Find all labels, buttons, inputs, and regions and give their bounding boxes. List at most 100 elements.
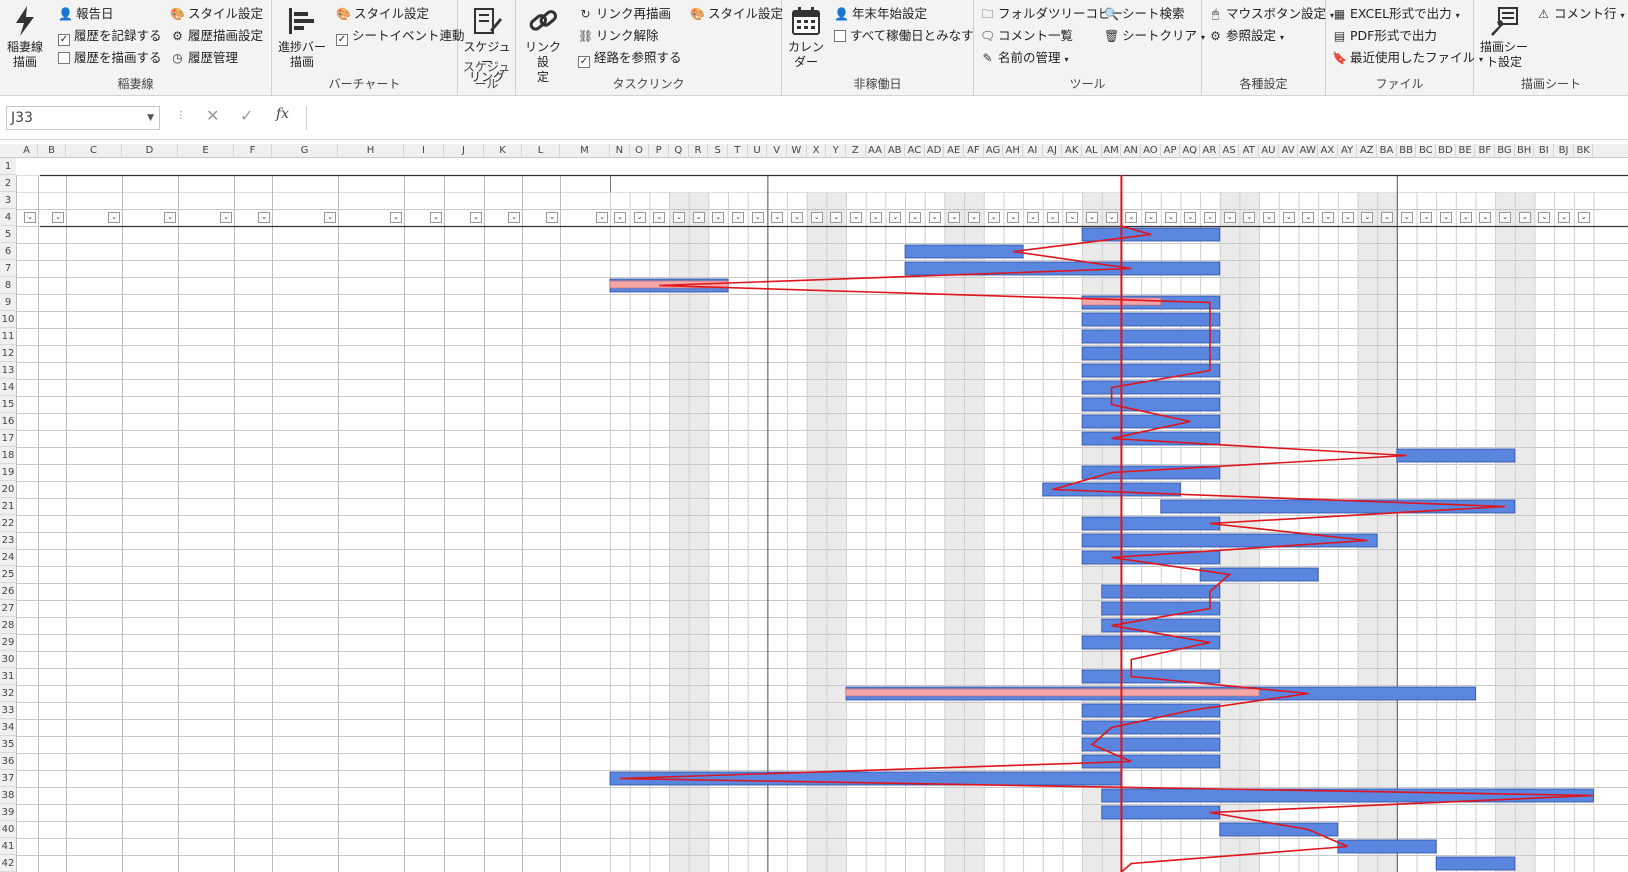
task-rate-cell[interactable] (560, 311, 607, 328)
column-header[interactable]: AJ (1043, 144, 1063, 158)
task-rate-cell[interactable] (560, 685, 607, 702)
task-end-cell[interactable] (338, 583, 404, 600)
day-label[interactable] (610, 192, 630, 209)
task-start-cell[interactable] (272, 583, 338, 600)
day-label[interactable] (630, 192, 650, 209)
task-major-cell[interactable] (68, 600, 124, 617)
task-actual-cell[interactable] (522, 515, 557, 532)
column-header[interactable]: AB (885, 144, 906, 158)
task-owner-cell[interactable] (234, 362, 272, 379)
sheet-event-link-checkbox[interactable]: ✓ シートイベント連動 (336, 26, 465, 46)
task-actual-cell[interactable] (522, 447, 557, 464)
column-header[interactable]: BD (1436, 144, 1456, 158)
task-plan-cell[interactable] (484, 396, 519, 413)
task-owner-cell[interactable] (234, 702, 272, 719)
task-end-cell[interactable] (338, 702, 404, 719)
task-major-cell[interactable] (68, 651, 124, 668)
task-act-start-cell[interactable] (404, 770, 444, 787)
day-label[interactable] (1180, 192, 1200, 209)
filter-dropdown-button[interactable]: ⌄ (810, 212, 823, 223)
task-start-cell[interactable] (272, 447, 338, 464)
task-end-cell[interactable] (338, 362, 404, 379)
task-actual-cell[interactable] (522, 226, 557, 243)
task-act-start-cell[interactable] (404, 855, 444, 872)
task-plan-cell[interactable] (484, 821, 519, 838)
task-no-cell[interactable] (38, 413, 64, 430)
link-release-button[interactable]: ⛓ リンク解除 (578, 26, 659, 46)
task-act-start-cell[interactable] (404, 651, 444, 668)
filter-dropdown-button[interactable]: ⌄ (1184, 212, 1197, 223)
task-act-end-cell[interactable] (444, 600, 484, 617)
filter-dropdown-button[interactable]: ⌄ (1322, 212, 1335, 223)
task-start-cell[interactable] (272, 770, 338, 787)
task-owner-cell[interactable] (234, 294, 272, 311)
task-owner-cell[interactable] (234, 634, 272, 651)
task-plan-cell[interactable] (484, 328, 519, 345)
task-act-end-cell[interactable] (444, 617, 484, 634)
column-header[interactable]: AH (1003, 144, 1024, 158)
pdf-output-button[interactable]: ▤ PDF形式で出力 (1332, 26, 1437, 46)
header-middle[interactable] (122, 196, 178, 213)
day-label[interactable] (1397, 192, 1417, 209)
task-owner-cell[interactable] (234, 260, 272, 277)
task-no-cell[interactable] (38, 532, 64, 549)
task-plan-cell[interactable] (484, 736, 519, 753)
task-owner-cell[interactable] (234, 566, 272, 583)
task-actual-cell[interactable] (522, 855, 557, 872)
task-major-cell[interactable] (68, 226, 124, 243)
task-minor-cell[interactable] (180, 430, 236, 447)
style-settings2-button[interactable]: 🎨 スタイル設定 (336, 4, 429, 24)
task-act-start-cell[interactable] (404, 328, 444, 345)
task-end-cell[interactable] (338, 481, 404, 498)
task-minor-cell[interactable] (180, 498, 236, 515)
task-start-cell[interactable] (272, 685, 338, 702)
task-owner-cell[interactable] (234, 464, 272, 481)
task-end-cell[interactable] (338, 243, 404, 260)
filter-dropdown-button[interactable]: ⌄ (390, 212, 402, 223)
task-plan-cell[interactable] (484, 226, 519, 243)
filter-dropdown-button[interactable]: ⌄ (1341, 212, 1354, 223)
task-no-cell[interactable] (38, 362, 64, 379)
day-label[interactable] (925, 192, 945, 209)
task-end-cell[interactable] (338, 566, 404, 583)
day-label[interactable] (885, 192, 905, 209)
day-label[interactable] (1062, 192, 1082, 209)
checkbox-checked[interactable]: ✓ (336, 34, 348, 46)
task-major-cell[interactable] (68, 515, 124, 532)
day-label[interactable] (748, 192, 768, 209)
task-act-end-cell[interactable] (444, 787, 484, 804)
task-owner-cell[interactable] (234, 583, 272, 600)
task-plan-cell[interactable] (484, 702, 519, 719)
task-end-cell[interactable] (338, 532, 404, 549)
task-rate-cell[interactable] (560, 617, 607, 634)
task-plan-cell[interactable] (484, 719, 519, 736)
column-header[interactable]: N (610, 144, 630, 158)
day-label[interactable] (1495, 192, 1515, 209)
task-end-cell[interactable] (338, 345, 404, 362)
header-minor[interactable] (178, 196, 234, 213)
task-owner-cell[interactable] (234, 719, 272, 736)
day-label[interactable] (1082, 192, 1102, 209)
day-label[interactable] (1554, 192, 1574, 209)
column-header[interactable]: AK (1062, 144, 1083, 158)
task-actual-cell[interactable] (522, 685, 557, 702)
filter-dropdown-button[interactable]: ⌄ (1302, 212, 1315, 223)
task-start-cell[interactable] (272, 260, 338, 277)
task-major-cell[interactable] (68, 821, 124, 838)
column-header[interactable]: J (444, 144, 484, 158)
task-minor-cell[interactable] (180, 600, 236, 617)
task-start-cell[interactable] (272, 855, 338, 872)
task-end-cell[interactable] (338, 549, 404, 566)
day-label[interactable] (787, 192, 807, 209)
task-act-end-cell[interactable] (444, 532, 484, 549)
task-minor-cell[interactable] (180, 311, 236, 328)
task-act-end-cell[interactable] (444, 549, 484, 566)
column-header[interactable]: AF (964, 144, 984, 158)
day-label[interactable] (944, 192, 964, 209)
task-end-cell[interactable] (338, 447, 404, 464)
task-end-cell[interactable] (338, 787, 404, 804)
cell-layer[interactable]: ⌄ ⌄ ⌄ ⌄ ⌄ ⌄ ⌄ ⌄ ⌄ ⌄ ⌄ ⌄ ⌄ ⌄ ⌄ ⌄ ⌄ ⌄ ⌄ ⌄ ⌄ ⌄ ⌄ ⌄ ⌄ ⌄ ⌄ ⌄ ⌄ ⌄ ⌄ ⌄ ⌄ ⌄ ⌄ ⌄ ⌄ ⌄ ⌄ ⌄… (0, 158, 1628, 872)
task-end-cell[interactable] (338, 226, 404, 243)
task-actual-cell[interactable] (522, 277, 557, 294)
task-owner-cell[interactable] (234, 549, 272, 566)
